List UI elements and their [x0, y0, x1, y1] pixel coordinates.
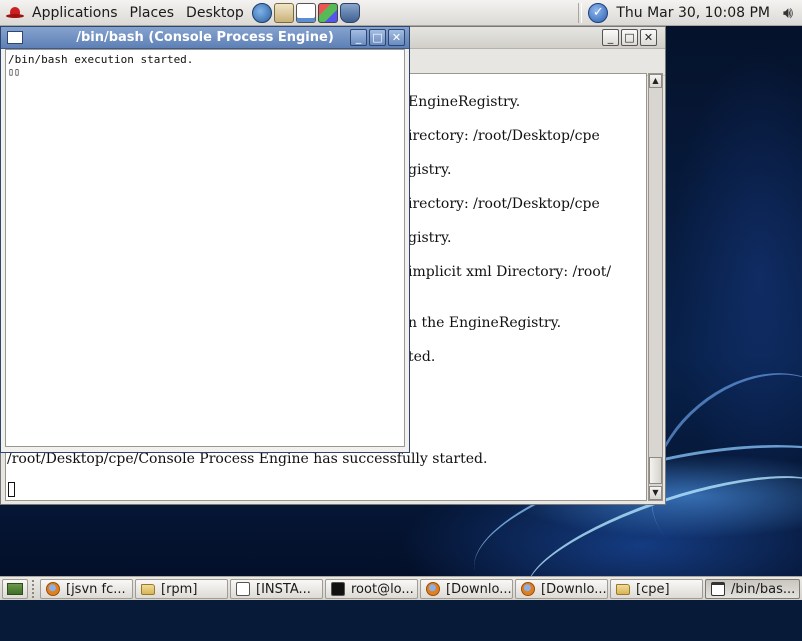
- taskbar-item-active[interactable]: /bin/bas...: [705, 579, 800, 599]
- taskbar-item-label: [jsvn fc...: [66, 581, 126, 597]
- scroll-down-button[interactable]: ▼: [649, 486, 662, 500]
- minimize-button[interactable]: _: [350, 29, 367, 46]
- bottom-panel: [jsvn fc... [rpm] [INSTA... root@lo... […: [0, 576, 802, 600]
- output-line: irectory: /root/Desktop/cpe: [408, 196, 600, 212]
- redhat-logo-icon[interactable]: [6, 6, 24, 20]
- taskbar-item[interactable]: [Downlo...: [515, 579, 608, 599]
- taskbar-item-label: [Downlo...: [541, 581, 607, 597]
- scroll-up-button[interactable]: ▲: [649, 74, 662, 88]
- output-line: gistry.: [408, 230, 452, 246]
- taskbar-item-label: [Downlo...: [446, 581, 512, 597]
- places-menu[interactable]: Places: [126, 5, 179, 21]
- close-button[interactable]: ✕: [640, 29, 657, 46]
- output-line: /bin/bash execution started.: [8, 53, 194, 66]
- maximize-button[interactable]: □: [621, 29, 638, 46]
- top-panel: Applications Places Desktop ✓ Thu Mar 30…: [0, 0, 802, 26]
- text-editor-icon: [236, 582, 250, 596]
- output-line: gistry.: [408, 162, 452, 178]
- vertical-scrollbar[interactable]: ▲ ▼: [648, 73, 663, 501]
- presentation-launcher-icon[interactable]: [317, 2, 338, 23]
- taskbar-item-label: [cpe]: [636, 581, 670, 597]
- firefox-icon: [521, 582, 535, 596]
- console-output[interactable]: /bin/bash execution started. ▯▯: [5, 49, 405, 447]
- window-menu-icon[interactable]: [7, 31, 23, 44]
- desktop-icon: [7, 583, 23, 595]
- volume-icon[interactable]: 🔊︎: [778, 3, 798, 23]
- taskbar-item-label: root@lo...: [351, 581, 414, 597]
- panel-separator: [578, 3, 583, 23]
- taskbar-item-label: /bin/bas...: [731, 581, 796, 597]
- taskbar-item[interactable]: [INSTA...: [230, 579, 323, 599]
- maximize-button[interactable]: □: [369, 29, 386, 46]
- taskbar-item[interactable]: root@lo...: [325, 579, 418, 599]
- firefox-icon: [426, 582, 440, 596]
- taskbar-item[interactable]: [jsvn fc...: [40, 579, 133, 599]
- taskbar-item[interactable]: [Downlo...: [420, 579, 513, 599]
- text-cursor: [8, 482, 15, 497]
- clock[interactable]: Thu Mar 30, 10:08 PM: [616, 5, 770, 21]
- minimize-button[interactable]: _: [602, 29, 619, 46]
- taskbar-item[interactable]: [rpm]: [135, 579, 228, 599]
- console-process-engine-window[interactable]: /bin/bash (Console Process Engine) _ □ ✕…: [0, 26, 410, 453]
- output-line: irectory: /root/Desktop/cpe: [408, 128, 600, 144]
- terminal-icon: [331, 582, 345, 596]
- output-line: n the EngineRegistry.: [408, 315, 562, 331]
- output-line: implicit xml Directory: /root/: [408, 264, 612, 280]
- panel-handle[interactable]: [32, 580, 40, 598]
- spreadsheet-launcher-icon[interactable]: [339, 2, 360, 23]
- writer-launcher-icon[interactable]: [295, 2, 316, 23]
- titlebar[interactable]: /bin/bash (Console Process Engine) _ □ ✕: [1, 27, 409, 49]
- output-line: EngineRegistry.: [408, 94, 521, 110]
- notification-area: ✓ Thu Mar 30, 10:08 PM 🔊︎: [578, 0, 802, 26]
- browser-launcher-icon[interactable]: [251, 2, 272, 23]
- folder-icon: [616, 583, 630, 595]
- mail-launcher-icon[interactable]: [273, 2, 294, 23]
- firefox-icon: [46, 582, 60, 596]
- window-icon: [711, 582, 725, 596]
- close-button[interactable]: ✕: [388, 29, 405, 46]
- applications-menu[interactable]: Applications: [28, 5, 122, 21]
- taskbar-item[interactable]: [cpe]: [610, 579, 703, 599]
- taskbar-item-label: [INSTA...: [256, 581, 311, 597]
- folder-icon: [141, 583, 155, 595]
- show-desktop-button[interactable]: [2, 579, 28, 599]
- scroll-thumb[interactable]: [649, 457, 662, 484]
- taskbar-item-label: [rpm]: [161, 581, 198, 597]
- unknown-glyphs: ▯▯: [8, 67, 21, 78]
- desktop-menu[interactable]: Desktop: [182, 5, 248, 21]
- output-line: /root/Desktop/cpe/Console Process Engine…: [7, 451, 488, 467]
- output-line: ted.: [408, 349, 436, 365]
- software-update-icon[interactable]: ✓: [588, 3, 609, 23]
